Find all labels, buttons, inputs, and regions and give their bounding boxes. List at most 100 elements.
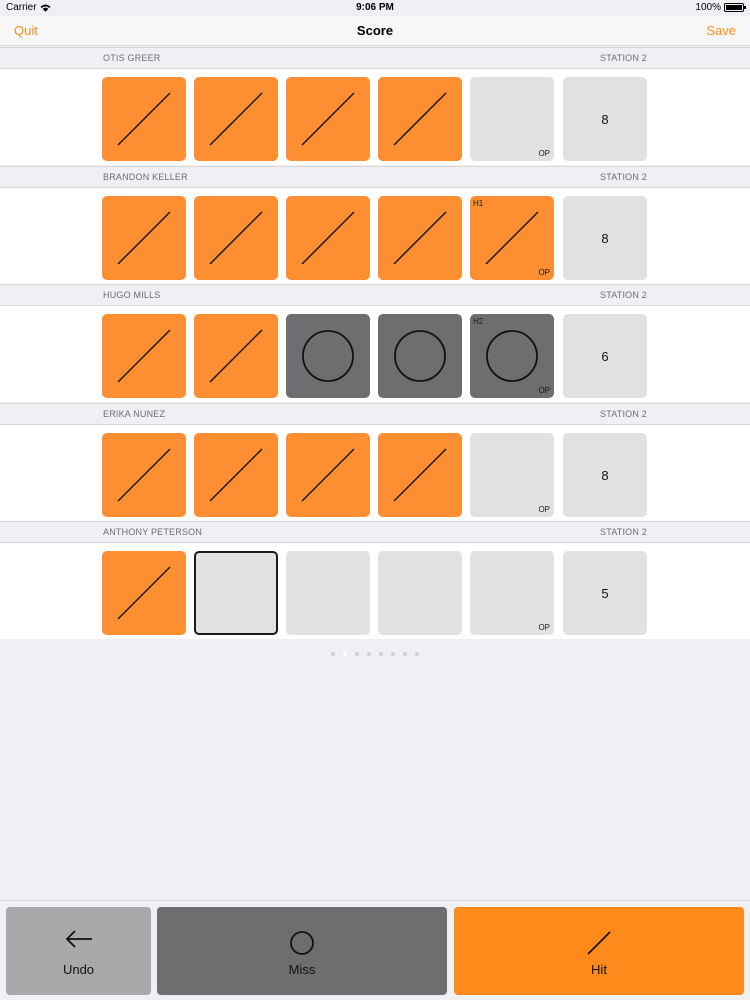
hit-slash-icon [393,448,447,502]
shooter-header: ERIKA NUNEZ STATION 2 [0,403,750,425]
shooter-header: ANTHONY PETERSON STATION 2 [0,521,750,543]
shot-cell-1[interactable] [102,433,186,517]
page-indicator[interactable] [0,652,750,656]
hit-slash-icon [117,566,171,620]
score-row: H2 OP 6 [0,306,750,402]
miss-button[interactable]: Miss [157,907,447,995]
shot-cell-2[interactable] [194,314,278,398]
shooter-header: OTIS GREER STATION 2 [0,47,750,69]
score-row: OP 5 [0,543,750,639]
shooter-header: BRANDON KELLER STATION 2 [0,166,750,188]
shot-cell-3[interactable] [286,551,370,635]
total-score: 8 [563,433,647,517]
station-label: STATION 2 [600,53,647,63]
hit-button[interactable]: Hit [454,907,744,995]
station-label: STATION 2 [600,290,647,300]
shot-cell-5[interactable]: OP [470,551,554,635]
shooter-name: OTIS GREER [103,53,161,63]
circle-icon [290,931,314,955]
miss-circle-icon [302,330,354,382]
page-dot[interactable] [355,652,359,656]
shot-cell-4[interactable] [378,196,462,280]
shot-cell-4[interactable] [378,551,462,635]
hit-slash-icon [209,92,263,146]
total-score: 6 [563,314,647,398]
navigation-bar: Quit Score Save [0,16,750,46]
score-row: H1 OP 8 [0,188,750,284]
shot-cell-5[interactable]: OP [470,433,554,517]
battery-group: 100% [695,2,746,13]
shot-cell-3[interactable] [286,433,370,517]
shot-cell-4[interactable] [378,433,462,517]
shot-cell-2[interactable] [194,433,278,517]
page-dot[interactable] [391,652,395,656]
shooter-name: HUGO MILLS [103,290,161,300]
shot-cell-2[interactable] [194,196,278,280]
station-label: STATION 2 [600,172,647,182]
shot-cell-5[interactable]: H1 OP [470,196,554,280]
option-marker: OP [538,623,550,632]
shot-cell-2[interactable] [194,551,278,635]
total-score: 8 [563,196,647,280]
shot-cell-4[interactable] [378,314,462,398]
total-score: 5 [563,551,647,635]
status-bar: Carrier 9:06 PM 100% [0,0,750,16]
hit-slash-icon [393,211,447,265]
page-dot[interactable] [379,652,383,656]
page-dot[interactable] [331,652,335,656]
station-label: STATION 2 [600,409,647,419]
page-dot[interactable] [415,652,419,656]
shot-cell-3[interactable] [286,77,370,161]
option-marker: OP [538,505,550,514]
shooter-name: ERIKA NUNEZ [103,409,166,419]
shot-cell-1[interactable] [102,196,186,280]
station-tag: H2 [473,317,484,326]
shot-cell-4[interactable] [378,77,462,161]
hit-slash-icon [117,448,171,502]
option-marker: OP [538,386,550,395]
undo-label: Undo [62,962,95,977]
hit-label: Hit [591,962,607,977]
shot-cell-1[interactable] [102,551,186,635]
left-arrow-icon [65,930,92,948]
page-dot[interactable] [403,652,407,656]
action-bar: Undo Miss Hit [0,900,750,1000]
undo-button[interactable]: Undo [6,907,151,995]
option-marker: OP [538,268,550,277]
shot-cell-2[interactable] [194,77,278,161]
hit-slash-icon [117,329,171,383]
hit-slash-icon [209,211,263,265]
score-row: OP 8 [0,425,750,521]
miss-circle-icon [394,330,446,382]
hit-slash-icon [301,448,355,502]
hit-slash-icon [209,448,263,502]
page-dot[interactable] [367,652,371,656]
score-row: OP 8 [0,69,750,165]
shot-cell-1[interactable] [102,77,186,161]
shot-cell-3[interactable] [286,314,370,398]
hit-slash-icon [301,92,355,146]
hit-slash-icon [117,211,171,265]
shot-cell-5[interactable]: OP [470,77,554,161]
shot-cell-3[interactable] [286,196,370,280]
option-marker: OP [538,149,550,158]
miss-label: Miss [288,962,316,977]
hit-slash-icon [301,211,355,265]
shot-cell-1[interactable] [102,314,186,398]
battery-percent: 100% [695,2,721,13]
battery-icon [724,3,746,12]
clock: 9:06 PM [356,2,394,13]
station-label: STATION 2 [600,527,647,537]
hit-slash-icon [209,329,263,383]
shooter-name: BRANDON KELLER [103,172,188,182]
save-button[interactable]: Save [706,23,736,38]
page-title: Score [356,23,394,38]
slash-icon [587,931,611,955]
hit-slash-icon [393,92,447,146]
hit-slash-icon [117,92,171,146]
total-score: 8 [563,77,647,161]
station-tag: H1 [473,199,484,208]
page-dot[interactable] [343,652,347,656]
shot-cell-5[interactable]: H2 OP [470,314,554,398]
shooter-name: ANTHONY PETERSON [103,527,203,537]
